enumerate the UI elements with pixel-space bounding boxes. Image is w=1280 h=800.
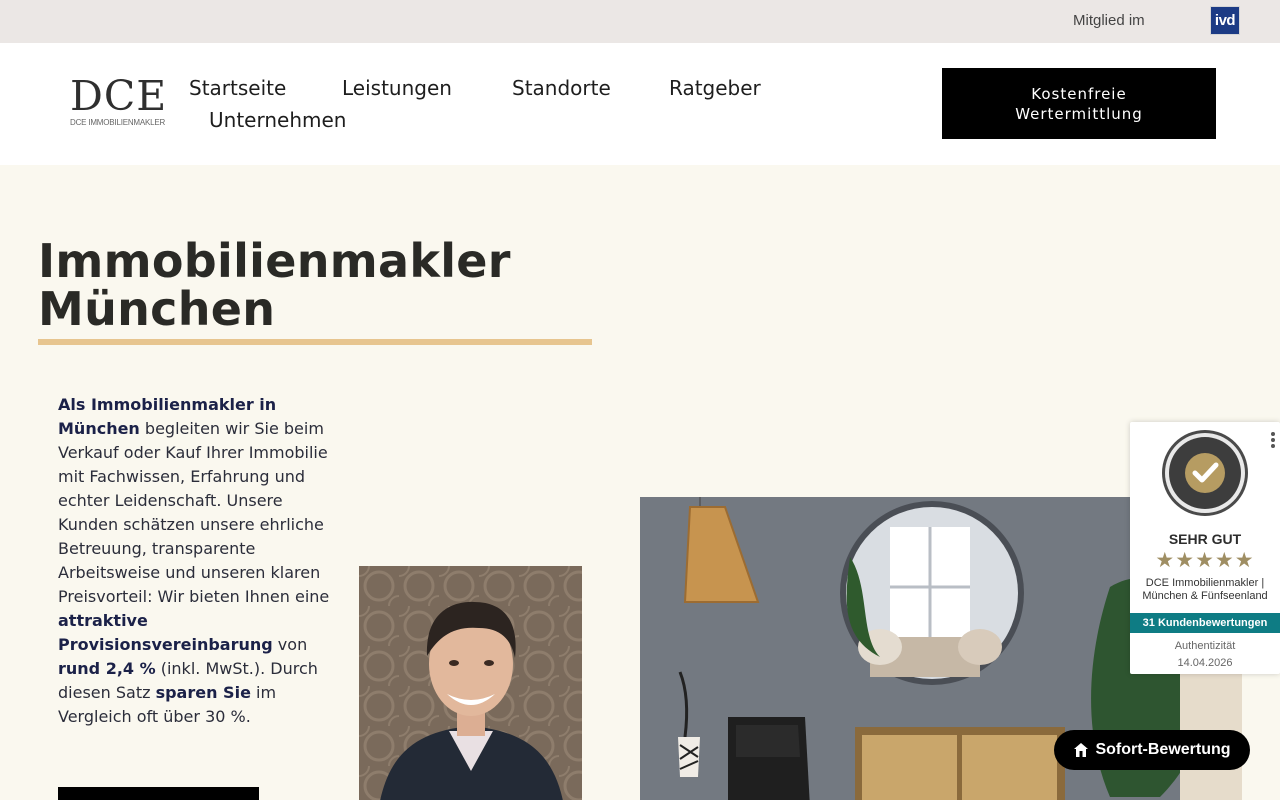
- agent-portrait-image: [359, 566, 582, 800]
- nav-item-leistungen[interactable]: Leistungen: [342, 76, 452, 100]
- free-valuation-label: Kostenfreie Wertermittlung: [1015, 84, 1143, 123]
- nav-item-standorte[interactable]: Standorte: [512, 76, 611, 100]
- logo-mark-text: DCE: [70, 72, 168, 120]
- intro-paragraph: Als Immobilienmakler in München begleite…: [58, 393, 338, 729]
- intro-text-1: begleiten wir Sie beim Verkauf oder Kauf…: [58, 419, 330, 606]
- quick-valuation-label: Sofort-Bewertung: [1095, 741, 1231, 758]
- company-name: DCE Immobilienmakler | München & Fünfsee…: [1142, 577, 1268, 602]
- intro-bold-3: rund 2,4 %: [58, 659, 156, 678]
- quick-valuation-button[interactable]: Sofort-Bewertung: [1054, 730, 1250, 770]
- intro-bold-4: sparen Sie: [155, 683, 251, 702]
- logo-mark: DCE: [70, 76, 174, 117]
- top-bar: Mitglied im ivd: [0, 0, 1280, 43]
- nav-item-unternehmen[interactable]: Unternehmen: [209, 108, 346, 132]
- logo-subtitle: DCE IMMOBILIENMAKLER: [70, 118, 166, 127]
- more-options-icon[interactable]: [1270, 432, 1276, 452]
- free-valuation-button[interactable]: Kostenfreie Wertermittlung: [942, 68, 1216, 139]
- page-title-line-1: Immobilienmakler: [38, 234, 511, 288]
- rating-label: SEHR GUT: [1168, 531, 1242, 547]
- page-title: Immobilienmakler München: [38, 237, 598, 333]
- ivd-logo[interactable]: ivd: [1210, 6, 1240, 35]
- member-label: Mitglied im: [1073, 12, 1145, 29]
- house-icon: [1074, 743, 1089, 757]
- agent-portrait-illustration: [359, 566, 582, 800]
- nav-item-startseite[interactable]: Startseite: [189, 76, 286, 100]
- site-logo[interactable]: DCE DCE IMMOBILIENMAKLER: [70, 76, 174, 128]
- rating-date: 14.04.2026: [1177, 657, 1233, 669]
- review-count[interactable]: 31 Kundenbewertungen: [1130, 613, 1280, 633]
- rating-stars-icon: ★★★★★: [1155, 548, 1255, 572]
- authenticity-label: Authentizität: [1174, 640, 1236, 652]
- intro-text-2: von: [272, 635, 308, 654]
- intro-bold-2: attraktive Provisionsvereinbarung: [58, 611, 273, 654]
- intro-button[interactable]: [58, 787, 259, 800]
- proven-expert-seal-icon: [1162, 430, 1248, 516]
- proven-expert-widget[interactable]: SEHR GUT ★★★★★ DCE Immobilienmakler | Mü…: [1130, 422, 1280, 674]
- title-underline: [38, 339, 592, 345]
- page-title-line-2: München: [38, 282, 276, 336]
- nav-item-ratgeber[interactable]: Ratgeber: [669, 76, 761, 100]
